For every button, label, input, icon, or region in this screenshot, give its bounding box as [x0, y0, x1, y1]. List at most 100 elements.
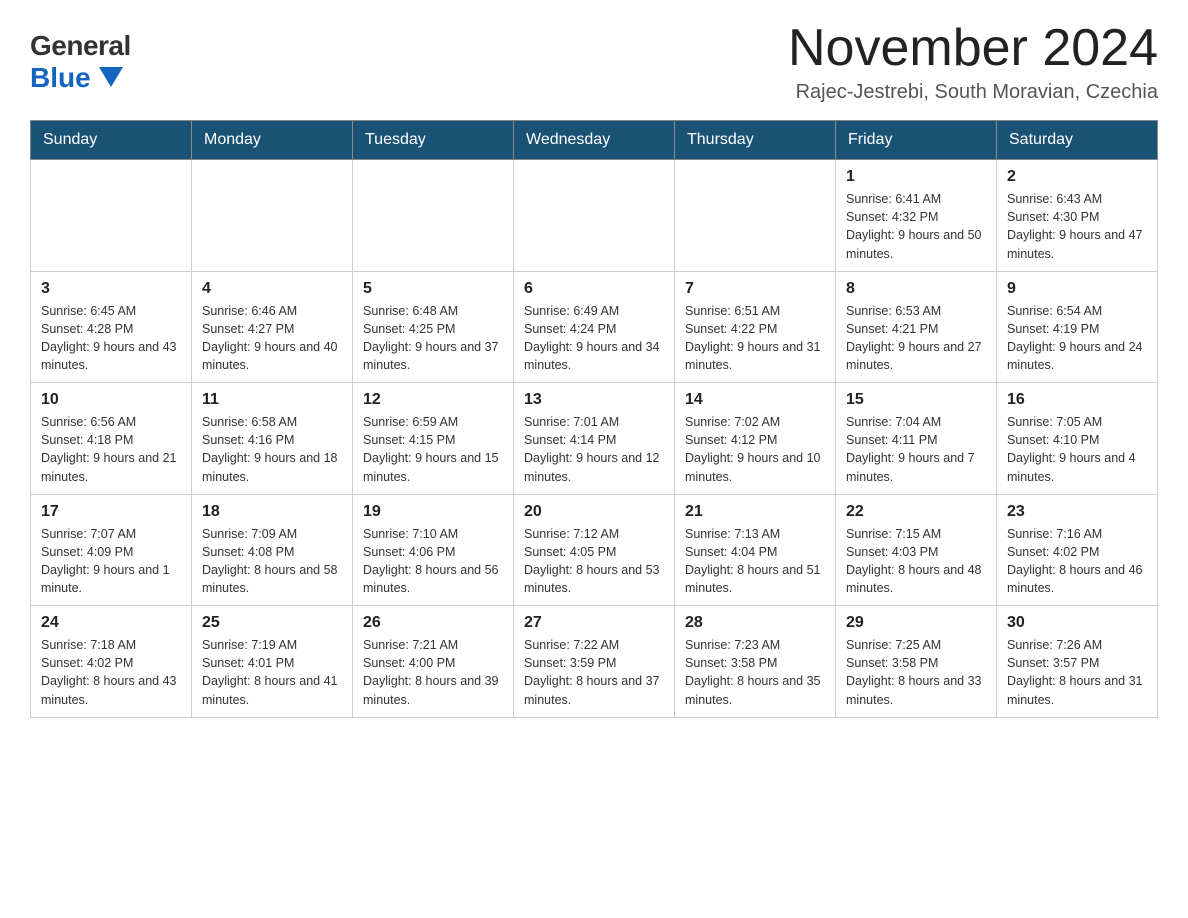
day-number: 7 [685, 280, 825, 298]
day-number: 6 [524, 280, 664, 298]
calendar-cell: 11 Sunrise: 6:58 AMSunset: 4:16 PMDayligh… [192, 383, 353, 495]
day-info: Sunrise: 6:46 AMSunset: 4:27 PMDaylight:… [202, 302, 342, 375]
day-info: Sunrise: 7:15 AMSunset: 4:03 PMDaylight:… [846, 525, 986, 598]
day-number: 19 [363, 503, 503, 521]
calendar-week-row: 10 Sunrise: 6:56 AMSunset: 4:18 PMDayligh… [31, 383, 1158, 495]
day-info: Sunrise: 7:19 AMSunset: 4:01 PMDaylight:… [202, 636, 342, 709]
calendar-cell [192, 160, 353, 272]
calendar-cell: 3 Sunrise: 6:45 AMSunset: 4:28 PMDaylight… [31, 271, 192, 383]
day-info: Sunrise: 6:56 AMSunset: 4:18 PMDaylight:… [41, 413, 181, 486]
day-number: 25 [202, 614, 342, 632]
calendar-table: SundayMondayTuesdayWednesdayThursdayFrid… [30, 120, 1158, 718]
calendar-cell: 26Sunrise: 7:21 AMSunset: 4:00 PMDayligh… [353, 606, 514, 718]
calendar-cell: 15 Sunrise: 7:04 AMSunset: 4:11 PMDayligh… [836, 383, 997, 495]
calendar-week-row: 3 Sunrise: 6:45 AMSunset: 4:28 PMDaylight… [31, 271, 1158, 383]
day-number: 30 [1007, 614, 1147, 632]
weekday-header-saturday: Saturday [997, 121, 1158, 160]
logo-general-text: General [30, 30, 131, 62]
calendar-cell: 18Sunrise: 7:09 AMSunset: 4:08 PMDayligh… [192, 494, 353, 606]
day-info: Sunrise: 6:54 AMSunset: 4:19 PMDaylight:… [1007, 302, 1147, 375]
day-info: Sunrise: 6:58 AMSunset: 4:16 PMDaylight:… [202, 413, 342, 486]
calendar-cell: 9 Sunrise: 6:54 AMSunset: 4:19 PMDaylight… [997, 271, 1158, 383]
calendar-cell: 27Sunrise: 7:22 AMSunset: 3:59 PMDayligh… [514, 606, 675, 718]
weekday-header-sunday: Sunday [31, 121, 192, 160]
day-info: Sunrise: 7:05 AMSunset: 4:10 PMDaylight:… [1007, 413, 1147, 486]
day-info: Sunrise: 6:41 AMSunset: 4:32 PMDaylight:… [846, 190, 986, 263]
day-number: 15 [846, 391, 986, 409]
day-number: 28 [685, 614, 825, 632]
calendar-cell: 2Sunrise: 6:43 AMSunset: 4:30 PMDaylight… [997, 160, 1158, 272]
day-number: 27 [524, 614, 664, 632]
day-number: 21 [685, 503, 825, 521]
day-number: 10 [41, 391, 181, 409]
day-info: Sunrise: 7:02 AMSunset: 4:12 PMDaylight:… [685, 413, 825, 486]
title-area: November 2024 Rajec-Jestrebi, South Mora… [788, 20, 1158, 104]
day-info: Sunrise: 6:49 AMSunset: 4:24 PMDaylight:… [524, 302, 664, 375]
day-number: 13 [524, 391, 664, 409]
calendar-cell: 29 Sunrise: 7:25 AMSunset: 3:58 PMDayligh… [836, 606, 997, 718]
day-info: Sunrise: 7:23 AMSunset: 3:58 PMDaylight:… [685, 636, 825, 709]
calendar-cell: 14 Sunrise: 7:02 AMSunset: 4:12 PMDayligh… [675, 383, 836, 495]
calendar-cell [31, 160, 192, 272]
calendar-week-row: 17 Sunrise: 7:07 AMSunset: 4:09 PMDayligh… [31, 494, 1158, 606]
day-info: Sunrise: 7:13 AMSunset: 4:04 PMDaylight:… [685, 525, 825, 598]
day-number: 14 [685, 391, 825, 409]
weekday-header-monday: Monday [192, 121, 353, 160]
day-info: Sunrise: 6:59 AMSunset: 4:15 PMDaylight:… [363, 413, 503, 486]
page-header: General Blue November 2024 Rajec-Jestreb… [30, 20, 1158, 104]
day-info: Sunrise: 7:26 AMSunset: 3:57 PMDaylight:… [1007, 636, 1147, 709]
calendar-cell: 8Sunrise: 6:53 AMSunset: 4:21 PMDaylight… [836, 271, 997, 383]
calendar-cell: 6 Sunrise: 6:49 AMSunset: 4:24 PMDaylight… [514, 271, 675, 383]
day-number: 11 [202, 391, 342, 409]
day-info: Sunrise: 7:25 AMSunset: 3:58 PMDaylight:… [846, 636, 986, 709]
day-info: Sunrise: 7:09 AMSunset: 4:08 PMDaylight:… [202, 525, 342, 598]
calendar-cell: 12 Sunrise: 6:59 AMSunset: 4:15 PMDayligh… [353, 383, 514, 495]
weekday-header-tuesday: Tuesday [353, 121, 514, 160]
calendar-cell: 24 Sunrise: 7:18 AMSunset: 4:02 PMDayligh… [31, 606, 192, 718]
logo: General Blue [30, 30, 131, 94]
day-info: Sunrise: 7:12 AMSunset: 4:05 PMDaylight:… [524, 525, 664, 598]
day-info: Sunrise: 7:01 AMSunset: 4:14 PMDaylight:… [524, 413, 664, 486]
day-number: 17 [41, 503, 181, 521]
day-info: Sunrise: 7:04 AMSunset: 4:11 PMDaylight:… [846, 413, 986, 486]
calendar-cell: 5 Sunrise: 6:48 AMSunset: 4:25 PMDaylight… [353, 271, 514, 383]
day-number: 20 [524, 503, 664, 521]
calendar-cell: 17 Sunrise: 7:07 AMSunset: 4:09 PMDayligh… [31, 494, 192, 606]
day-number: 16 [1007, 391, 1147, 409]
calendar-cell: 16 Sunrise: 7:05 AMSunset: 4:10 PMDayligh… [997, 383, 1158, 495]
location-subtitle: Rajec-Jestrebi, South Moravian, Czechia [788, 81, 1158, 104]
day-info: Sunrise: 6:45 AMSunset: 4:28 PMDaylight:… [41, 302, 181, 375]
month-year-title: November 2024 [788, 20, 1158, 77]
day-number: 24 [41, 614, 181, 632]
calendar-cell: 4 Sunrise: 6:46 AMSunset: 4:27 PMDaylight… [192, 271, 353, 383]
weekday-header-wednesday: Wednesday [514, 121, 675, 160]
calendar-week-row: 24 Sunrise: 7:18 AMSunset: 4:02 PMDayligh… [31, 606, 1158, 718]
day-number: 9 [1007, 280, 1147, 298]
day-info: Sunrise: 6:53 AMSunset: 4:21 PMDaylight:… [846, 302, 986, 375]
day-number: 5 [363, 280, 503, 298]
day-number: 4 [202, 280, 342, 298]
calendar-header-row: SundayMondayTuesdayWednesdayThursdayFrid… [31, 121, 1158, 160]
day-info: Sunrise: 7:07 AMSunset: 4:09 PMDaylight:… [41, 525, 181, 598]
calendar-cell: 28 Sunrise: 7:23 AMSunset: 3:58 PMDayligh… [675, 606, 836, 718]
calendar-week-row: 1 Sunrise: 6:41 AMSunset: 4:32 PMDaylight… [31, 160, 1158, 272]
calendar-cell: 21 Sunrise: 7:13 AMSunset: 4:04 PMDayligh… [675, 494, 836, 606]
day-number: 1 [846, 168, 986, 186]
logo-triangle-icon [99, 67, 123, 87]
calendar-cell: 7Sunrise: 6:51 AMSunset: 4:22 PMDaylight… [675, 271, 836, 383]
calendar-cell: 13 Sunrise: 7:01 AMSunset: 4:14 PMDayligh… [514, 383, 675, 495]
calendar-cell: 30 Sunrise: 7:26 AMSunset: 3:57 PMDayligh… [997, 606, 1158, 718]
calendar-cell [353, 160, 514, 272]
day-number: 3 [41, 280, 181, 298]
day-number: 29 [846, 614, 986, 632]
day-number: 26 [363, 614, 503, 632]
calendar-cell [675, 160, 836, 272]
calendar-cell [514, 160, 675, 272]
day-number: 12 [363, 391, 503, 409]
calendar-cell: 10 Sunrise: 6:56 AMSunset: 4:18 PMDayligh… [31, 383, 192, 495]
calendar-cell: 25 Sunrise: 7:19 AMSunset: 4:01 PMDayligh… [192, 606, 353, 718]
day-info: Sunrise: 7:18 AMSunset: 4:02 PMDaylight:… [41, 636, 181, 709]
day-info: Sunrise: 6:48 AMSunset: 4:25 PMDaylight:… [363, 302, 503, 375]
day-number: 23 [1007, 503, 1147, 521]
weekday-header-friday: Friday [836, 121, 997, 160]
